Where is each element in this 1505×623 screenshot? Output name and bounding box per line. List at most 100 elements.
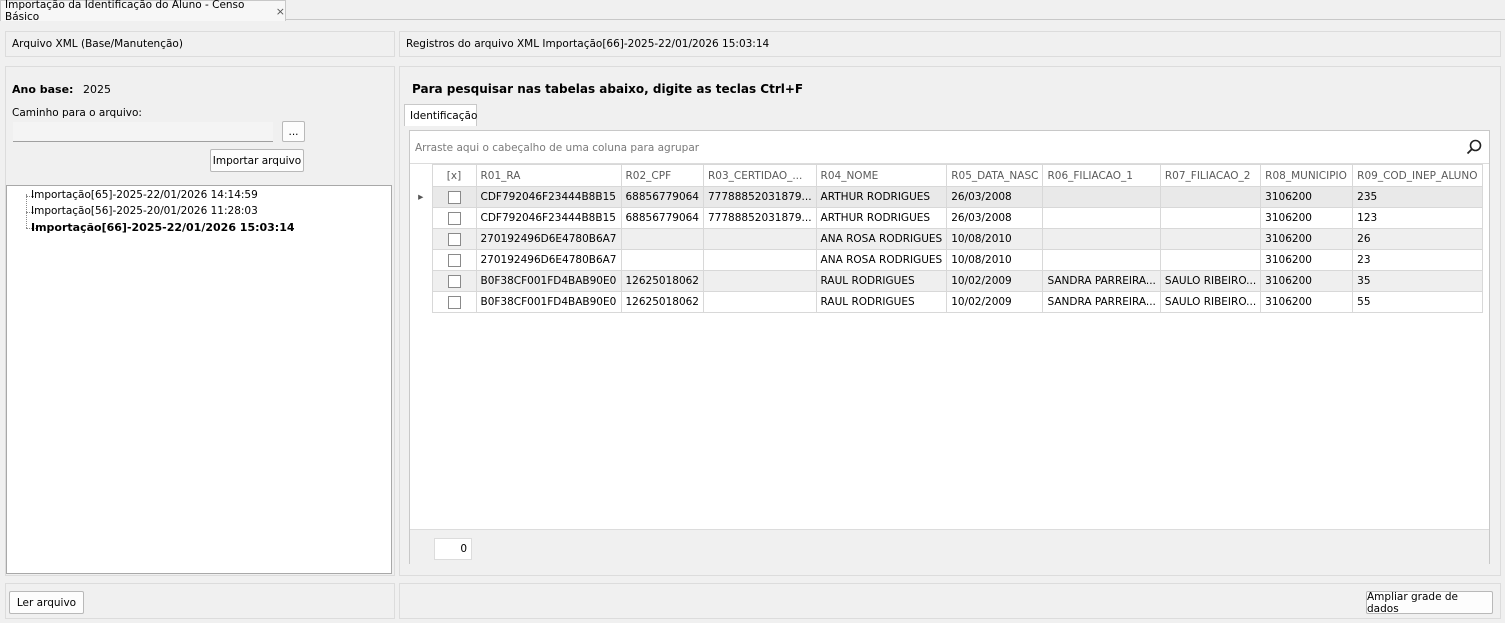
cell-r08-municipio[interactable]: 3106200: [1260, 207, 1354, 229]
cell-r05-data-nasc[interactable]: 10/02/2009: [946, 270, 1044, 292]
table-row[interactable]: 270192496D6E4780B6A7 ANA ROSA RODRIGUES …: [410, 249, 1483, 271]
import-file-button[interactable]: Importar arquivo: [210, 149, 304, 172]
row-checkbox-cell[interactable]: [431, 291, 477, 313]
column-header-r09-cod-inep-aluno[interactable]: R09_COD_INEP_ALUNO: [1352, 164, 1483, 187]
cell-r07-filiacao-2[interactable]: [1159, 249, 1262, 271]
cell-r07-filiacao-2[interactable]: [1159, 186, 1262, 208]
cell-r02-cpf[interactable]: 68856779064: [620, 207, 704, 229]
cell-r06-filiacao-1[interactable]: [1042, 249, 1161, 271]
cell-r09-cod-inep-aluno[interactable]: 123: [1352, 207, 1483, 229]
cell-r02-cpf[interactable]: 68856779064: [620, 186, 704, 208]
cell-r08-municipio[interactable]: 3106200: [1260, 186, 1354, 208]
cell-r07-filiacao-2[interactable]: SAULO RIBEIRO...: [1159, 270, 1262, 292]
row-checkbox[interactable]: [447, 190, 461, 204]
column-header-r04-nome[interactable]: R04_NOME: [815, 164, 948, 187]
row-checkbox-cell[interactable]: [431, 249, 477, 271]
cell-r01-ra[interactable]: 270192496D6E4780B6A7: [475, 249, 622, 271]
cell-r09-cod-inep-aluno[interactable]: 55: [1352, 291, 1483, 313]
column-header-r03-certidao[interactable]: R03_CERTIDAO_...: [703, 164, 817, 187]
column-header-select[interactable]: [x]: [431, 164, 477, 187]
left-panel-title: Arquivo XML (Base/Manutenção): [12, 38, 183, 50]
cell-r06-filiacao-1[interactable]: [1042, 186, 1161, 208]
cell-r05-data-nasc[interactable]: 10/08/2010: [946, 228, 1044, 250]
cell-r03-certidao[interactable]: [703, 249, 817, 271]
cell-r06-filiacao-1[interactable]: SANDRA PARREIRA...: [1042, 291, 1161, 313]
data-grid[interactable]: Arraste aqui o cabeçalho de uma coluna p…: [409, 130, 1490, 564]
cell-r04-nome[interactable]: RAUL RODRIGUES: [815, 270, 948, 292]
cell-r09-cod-inep-aluno[interactable]: 26: [1352, 228, 1483, 250]
cell-r02-cpf[interactable]: [620, 228, 704, 250]
table-row[interactable]: ▸ CDF792046F23444B8B15 68856779064 77788…: [410, 186, 1483, 208]
row-checkbox-cell[interactable]: [431, 207, 477, 229]
cell-r03-certidao[interactable]: 77788852031879...: [703, 207, 817, 229]
cell-r03-certidao[interactable]: [703, 270, 817, 292]
close-icon[interactable]: ×: [276, 5, 285, 18]
cell-r09-cod-inep-aluno[interactable]: 35: [1352, 270, 1483, 292]
cell-r04-nome[interactable]: RAUL RODRIGUES: [815, 291, 948, 313]
cell-r01-ra[interactable]: CDF792046F23444B8B15: [475, 207, 622, 229]
cell-r09-cod-inep-aluno[interactable]: 23: [1352, 249, 1483, 271]
tab-identificacao[interactable]: Identificação: [404, 104, 477, 126]
cell-r06-filiacao-1[interactable]: [1042, 207, 1161, 229]
import-tree[interactable]: Importação[65]-2025-22/01/2026 14:14:59 …: [6, 185, 392, 574]
cell-r05-data-nasc[interactable]: 26/03/2008: [946, 186, 1044, 208]
tree-item-import-66[interactable]: Importação[66]-2025-22/01/2026 15:03:14: [31, 221, 295, 234]
cell-r03-certidao[interactable]: [703, 291, 817, 313]
cell-r03-certidao[interactable]: [703, 228, 817, 250]
row-checkbox[interactable]: [447, 232, 461, 246]
row-checkbox[interactable]: [447, 211, 461, 225]
column-header-r08-municipio[interactable]: R08_MUNICIPIO: [1260, 164, 1354, 187]
document-tab[interactable]: Importação da Identificação do Aluno - C…: [0, 0, 286, 23]
cell-r08-municipio[interactable]: 3106200: [1260, 270, 1354, 292]
row-checkbox-cell[interactable]: [431, 228, 477, 250]
tree-item-import-65[interactable]: Importação[65]-2025-22/01/2026 14:14:59: [31, 189, 258, 201]
table-row[interactable]: CDF792046F23444B8B15 68856779064 7778885…: [410, 207, 1483, 229]
table-row[interactable]: B0F38CF001FD4BAB90E0 12625018062 RAUL RO…: [410, 270, 1483, 292]
path-input[interactable]: [13, 122, 273, 142]
cell-r01-ra[interactable]: 270192496D6E4780B6A7: [475, 228, 622, 250]
column-header-r02-cpf[interactable]: R02_CPF: [620, 164, 704, 187]
cell-r04-nome[interactable]: ARTHUR RODRIGUES: [815, 207, 948, 229]
cell-r09-cod-inep-aluno[interactable]: 235: [1352, 186, 1483, 208]
cell-r08-municipio[interactable]: 3106200: [1260, 291, 1354, 313]
cell-r05-data-nasc[interactable]: 26/03/2008: [946, 207, 1044, 229]
cell-r08-municipio[interactable]: 3106200: [1260, 228, 1354, 250]
cell-r01-ra[interactable]: B0F38CF001FD4BAB90E0: [475, 291, 622, 313]
cell-r07-filiacao-2[interactable]: [1159, 228, 1262, 250]
row-checkbox[interactable]: [447, 253, 461, 267]
cell-r06-filiacao-1[interactable]: SANDRA PARREIRA...: [1042, 270, 1161, 292]
cell-r04-nome[interactable]: ANA ROSA RODRIGUES: [815, 249, 948, 271]
cell-r04-nome[interactable]: ARTHUR RODRIGUES: [815, 186, 948, 208]
column-header-r05-data-nasc[interactable]: R05_DATA_NASC: [946, 164, 1044, 187]
group-panel[interactable]: Arraste aqui o cabeçalho de uma coluna p…: [410, 131, 1489, 164]
cell-r08-municipio[interactable]: 3106200: [1260, 249, 1354, 271]
cell-r02-cpf[interactable]: 12625018062: [620, 291, 704, 313]
search-icon[interactable]: [1465, 138, 1483, 156]
read-file-button[interactable]: Ler arquivo: [9, 591, 84, 614]
column-header-r07-filiacao-2[interactable]: R07_FILIACAO_2: [1159, 164, 1262, 187]
cell-r05-data-nasc[interactable]: 10/02/2009: [946, 291, 1044, 313]
column-header-r01-ra[interactable]: R01_RA: [475, 164, 622, 187]
row-checkbox-cell[interactable]: [431, 270, 477, 292]
table-row[interactable]: 270192496D6E4780B6A7 ANA ROSA RODRIGUES …: [410, 228, 1483, 250]
cell-r03-certidao[interactable]: 77788852031879...: [703, 186, 817, 208]
table-row[interactable]: B0F38CF001FD4BAB90E0 12625018062 RAUL RO…: [410, 291, 1483, 313]
search-hint: Para pesquisar nas tabelas abaixo, digit…: [412, 82, 804, 96]
cell-r07-filiacao-2[interactable]: SAULO RIBEIRO...: [1159, 291, 1262, 313]
column-header-r06-filiacao-1[interactable]: R06_FILIACAO_1: [1042, 164, 1161, 187]
expand-grid-button[interactable]: Ampliar grade de dados: [1366, 591, 1493, 615]
row-checkbox-cell[interactable]: [431, 186, 477, 208]
cell-r04-nome[interactable]: ANA ROSA RODRIGUES: [815, 228, 948, 250]
browse-button[interactable]: ...: [282, 121, 305, 142]
row-checkbox[interactable]: [447, 295, 461, 309]
cell-r07-filiacao-2[interactable]: [1159, 207, 1262, 229]
cell-r05-data-nasc[interactable]: 10/08/2010: [946, 249, 1044, 271]
cell-r01-ra[interactable]: B0F38CF001FD4BAB90E0: [475, 270, 622, 292]
cell-r06-filiacao-1[interactable]: [1042, 228, 1161, 250]
cell-r02-cpf[interactable]: [620, 249, 704, 271]
row-indicator: [410, 270, 433, 292]
cell-r01-ra[interactable]: CDF792046F23444B8B15: [475, 186, 622, 208]
cell-r02-cpf[interactable]: 12625018062: [620, 270, 704, 292]
row-checkbox[interactable]: [447, 274, 461, 288]
tree-item-import-56[interactable]: Importação[56]-2025-20/01/2026 11:28:03: [31, 205, 258, 217]
